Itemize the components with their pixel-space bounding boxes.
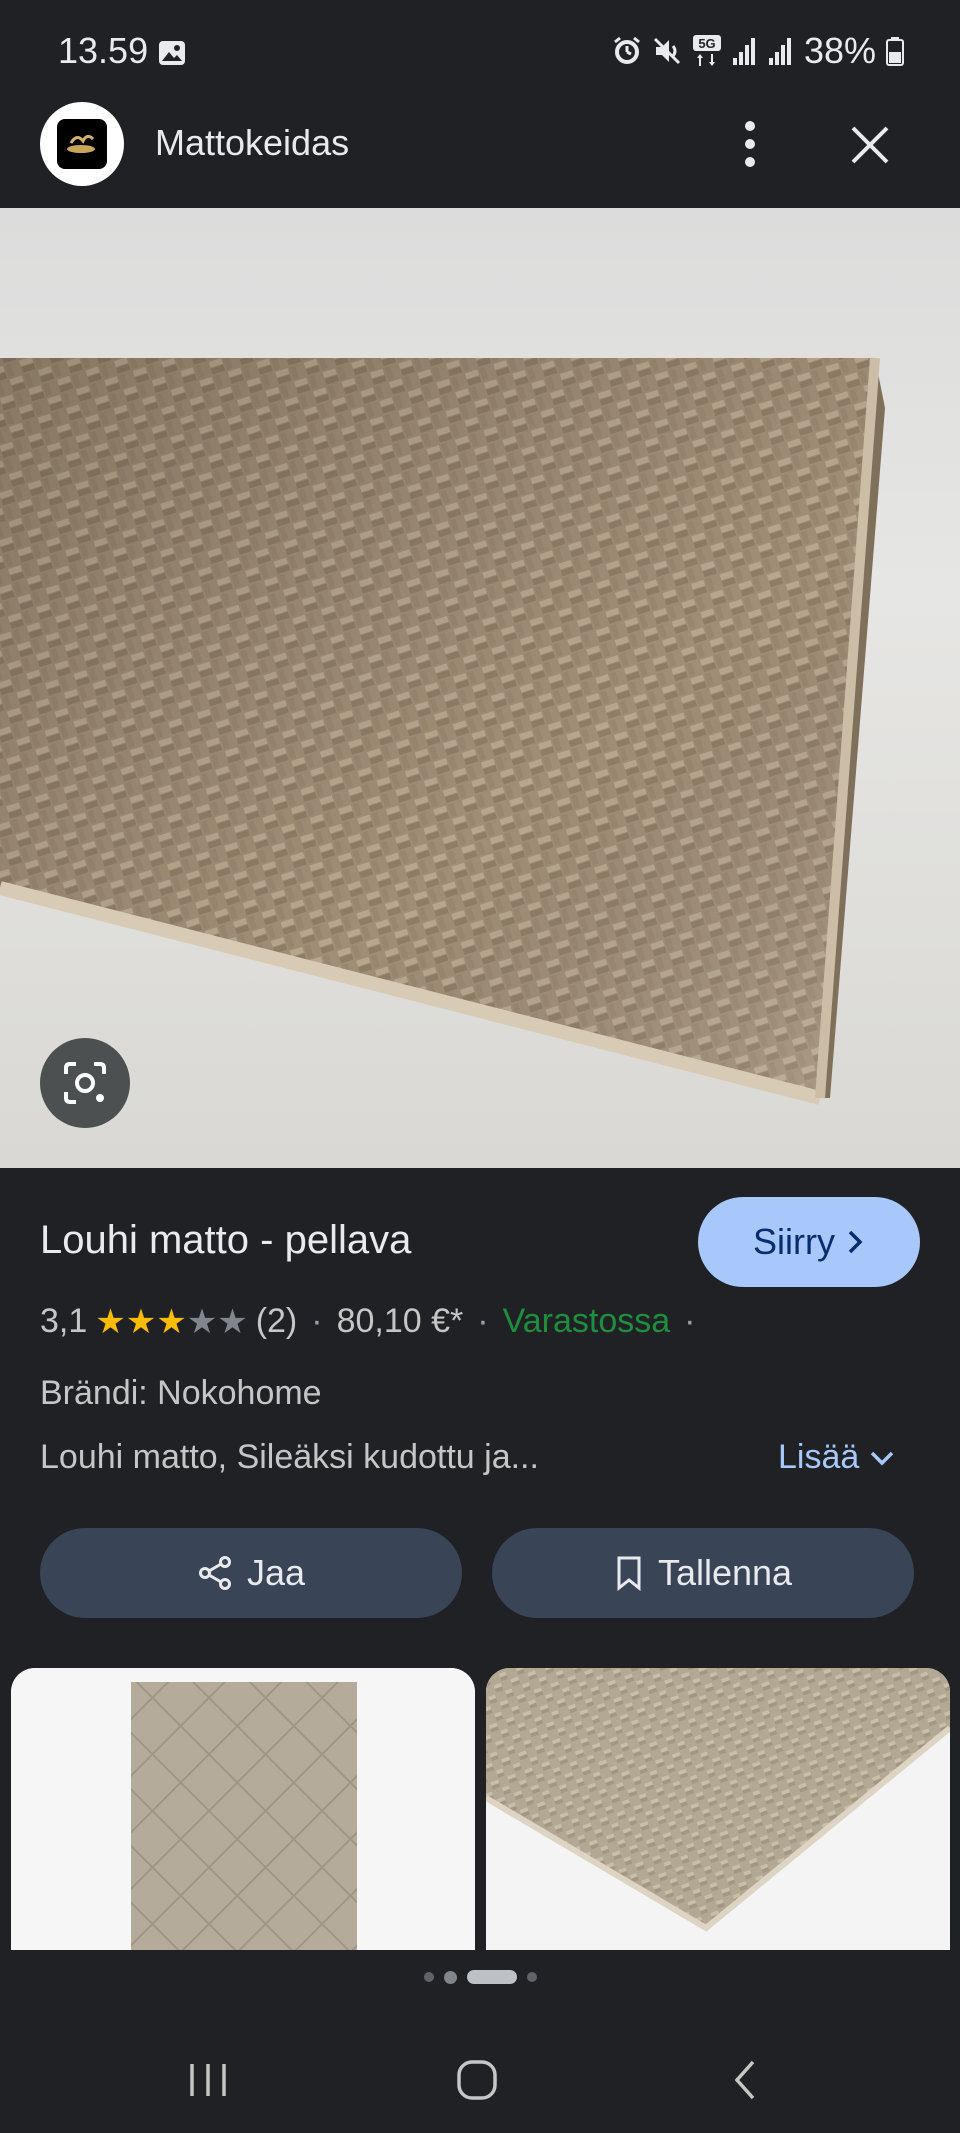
close-icon[interactable] xyxy=(845,120,895,170)
lens-button[interactable] xyxy=(40,1038,130,1128)
battery-percent: 38% xyxy=(803,30,876,71)
site-logo[interactable] xyxy=(40,102,124,186)
signal-icon xyxy=(768,38,791,65)
brand: Brändi: Nokohome xyxy=(40,1374,322,1412)
5g-icon: 5G xyxy=(692,35,721,66)
site-header: Mattokeidas xyxy=(0,100,960,208)
more-button[interactable]: Lisää xyxy=(778,1438,895,1477)
rug-thumbnail xyxy=(486,1668,950,1950)
separator: · xyxy=(311,1302,323,1340)
status-icons: 5G 38% xyxy=(612,30,904,72)
more-vert-icon[interactable] xyxy=(730,114,770,174)
save-label: Tallenna xyxy=(657,1552,793,1593)
chevron-down-icon xyxy=(871,1451,894,1465)
home-button[interactable] xyxy=(447,2050,507,2110)
site-logo-mark xyxy=(57,119,107,169)
bookmark-icon xyxy=(617,1556,641,1591)
rating-row: 3,1 ★ ★ ★ ★ ★ (2) · 80,10 €* · Varastoss… xyxy=(40,1302,709,1341)
carousel-dot xyxy=(526,1972,537,1982)
recent-apps-icon xyxy=(190,2064,226,2096)
product-image[interactable] xyxy=(0,208,960,1168)
rug-photo xyxy=(0,357,885,1105)
mute-icon xyxy=(653,37,680,65)
status-bar: 13.59 5G 38% xyxy=(0,0,960,100)
home-icon xyxy=(457,2060,497,2100)
lens-icon xyxy=(64,1062,106,1104)
svg-text:5G: 5G xyxy=(698,36,715,51)
chevron-right-icon xyxy=(848,1230,863,1254)
system-nav-bar xyxy=(0,2030,960,2133)
separator: · xyxy=(477,1302,489,1340)
separator: · xyxy=(684,1302,696,1340)
go-to-site-button[interactable]: Siirry xyxy=(698,1197,920,1287)
product-description: Louhi matto, Sileäksi kudottu ja... xyxy=(40,1438,539,1476)
status-time: 13.59 xyxy=(58,30,149,71)
back-button[interactable] xyxy=(716,2050,776,2110)
back-icon xyxy=(734,2060,755,2100)
share-label: Jaa xyxy=(246,1552,306,1593)
save-button[interactable]: Tallenna xyxy=(492,1528,914,1618)
star-icon: ★ xyxy=(95,1302,126,1341)
star-icon: ★ xyxy=(156,1302,187,1341)
alarm-icon xyxy=(614,36,640,64)
thumbnail-image[interactable] xyxy=(486,1668,950,1950)
rug-thumbnail xyxy=(11,1668,475,1950)
carousel-dot xyxy=(423,1972,434,1982)
recent-apps-button[interactable] xyxy=(178,2050,238,2110)
battery-icon xyxy=(886,37,904,66)
star-icon: ★ xyxy=(217,1302,248,1341)
carousel-indicator xyxy=(0,1970,960,1984)
price: 80,10 €* xyxy=(336,1302,464,1340)
star-icon: ★ xyxy=(125,1302,157,1341)
more-label: Lisää xyxy=(778,1438,860,1476)
availability: Varastossa xyxy=(502,1302,671,1340)
carousel-dot-active xyxy=(466,1970,517,1984)
rating-value: 3,1 xyxy=(40,1302,88,1340)
signal-icon xyxy=(732,38,755,65)
thumbnail-image[interactable] xyxy=(11,1668,475,1950)
product-title: Louhi matto - pellava xyxy=(40,1218,412,1262)
carousel-dot xyxy=(443,1970,457,1984)
star-rating: ★ ★ ★ ★ ★ xyxy=(95,1305,247,1339)
go-button-label: Siirry xyxy=(753,1221,835,1262)
gallery-icon xyxy=(159,41,185,65)
site-name[interactable]: Mattokeidas xyxy=(155,122,349,164)
star-icon: ★ xyxy=(186,1302,218,1341)
share-button[interactable]: Jaa xyxy=(40,1528,462,1618)
review-count[interactable]: (2) xyxy=(256,1302,298,1341)
share-icon xyxy=(198,1556,231,1590)
